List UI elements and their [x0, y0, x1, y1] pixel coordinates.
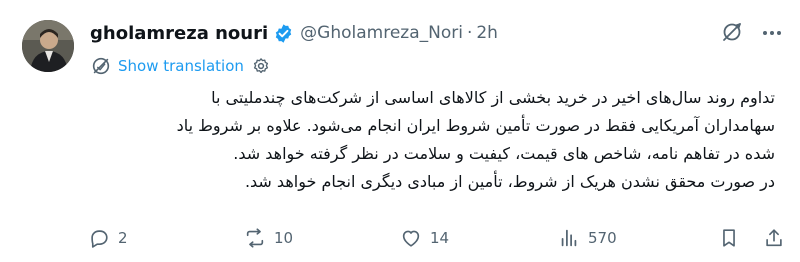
repost-button[interactable]: 10	[244, 224, 293, 252]
repost-icon	[246, 228, 264, 248]
header-separator: ·	[466, 23, 473, 43]
translation-row: Show translation	[90, 54, 270, 78]
show-translation-link[interactable]: Show translation	[118, 57, 244, 75]
like-button[interactable]: 14	[400, 224, 449, 252]
reply-count: 2	[118, 229, 128, 247]
tweet-body-line: تداوم روند سال‌های اخیر در خرید بخشی از …	[211, 88, 775, 107]
tweet-header: gholamreza nouri @Gholamreza_Nori · 2h	[90, 19, 498, 47]
tweet-body: تداوم روند سال‌های اخیر در خرید بخشی از …	[95, 84, 775, 196]
more-options-icon[interactable]	[760, 22, 784, 44]
like-count: 14	[430, 229, 450, 247]
gear-icon[interactable]	[252, 57, 270, 75]
tweet-body-line: در صورت محقق نشدن هریک از شروط، تأمین از…	[244, 172, 775, 191]
grok-icon[interactable]	[720, 20, 744, 44]
verified-badge-icon	[273, 23, 294, 44]
translate-globe-icon	[90, 55, 112, 77]
action-bar: 2 10 14 570	[88, 224, 788, 252]
analytics-icon	[561, 229, 577, 247]
share-button[interactable]	[763, 224, 793, 252]
tweet-card[interactable]: gholamreza nouri @Gholamreza_Nori · 2h S…	[0, 0, 800, 262]
bookmark-button[interactable]	[718, 224, 748, 252]
tweet-time[interactable]: 2h	[476, 23, 498, 43]
tweet-body-line: سهامداران آمریکایی فقط در صورت تأمین شرو…	[176, 116, 775, 135]
reply-button[interactable]: 2	[88, 224, 128, 252]
avatar[interactable]	[22, 20, 74, 72]
author-name[interactable]: gholamreza nouri	[90, 23, 268, 44]
heart-icon	[402, 230, 420, 247]
author-handle[interactable]: @Gholamreza_Nori	[300, 23, 463, 43]
repost-count: 10	[274, 229, 294, 247]
tweet-body-line: شده در تفاهم نامه، شاخص های قیمت، کیفیت …	[233, 144, 775, 163]
share-icon	[766, 229, 782, 247]
reply-icon	[91, 230, 108, 248]
view-count: 570	[588, 229, 617, 247]
views-button[interactable]: 570	[558, 224, 617, 252]
bookmark-icon	[723, 229, 735, 247]
